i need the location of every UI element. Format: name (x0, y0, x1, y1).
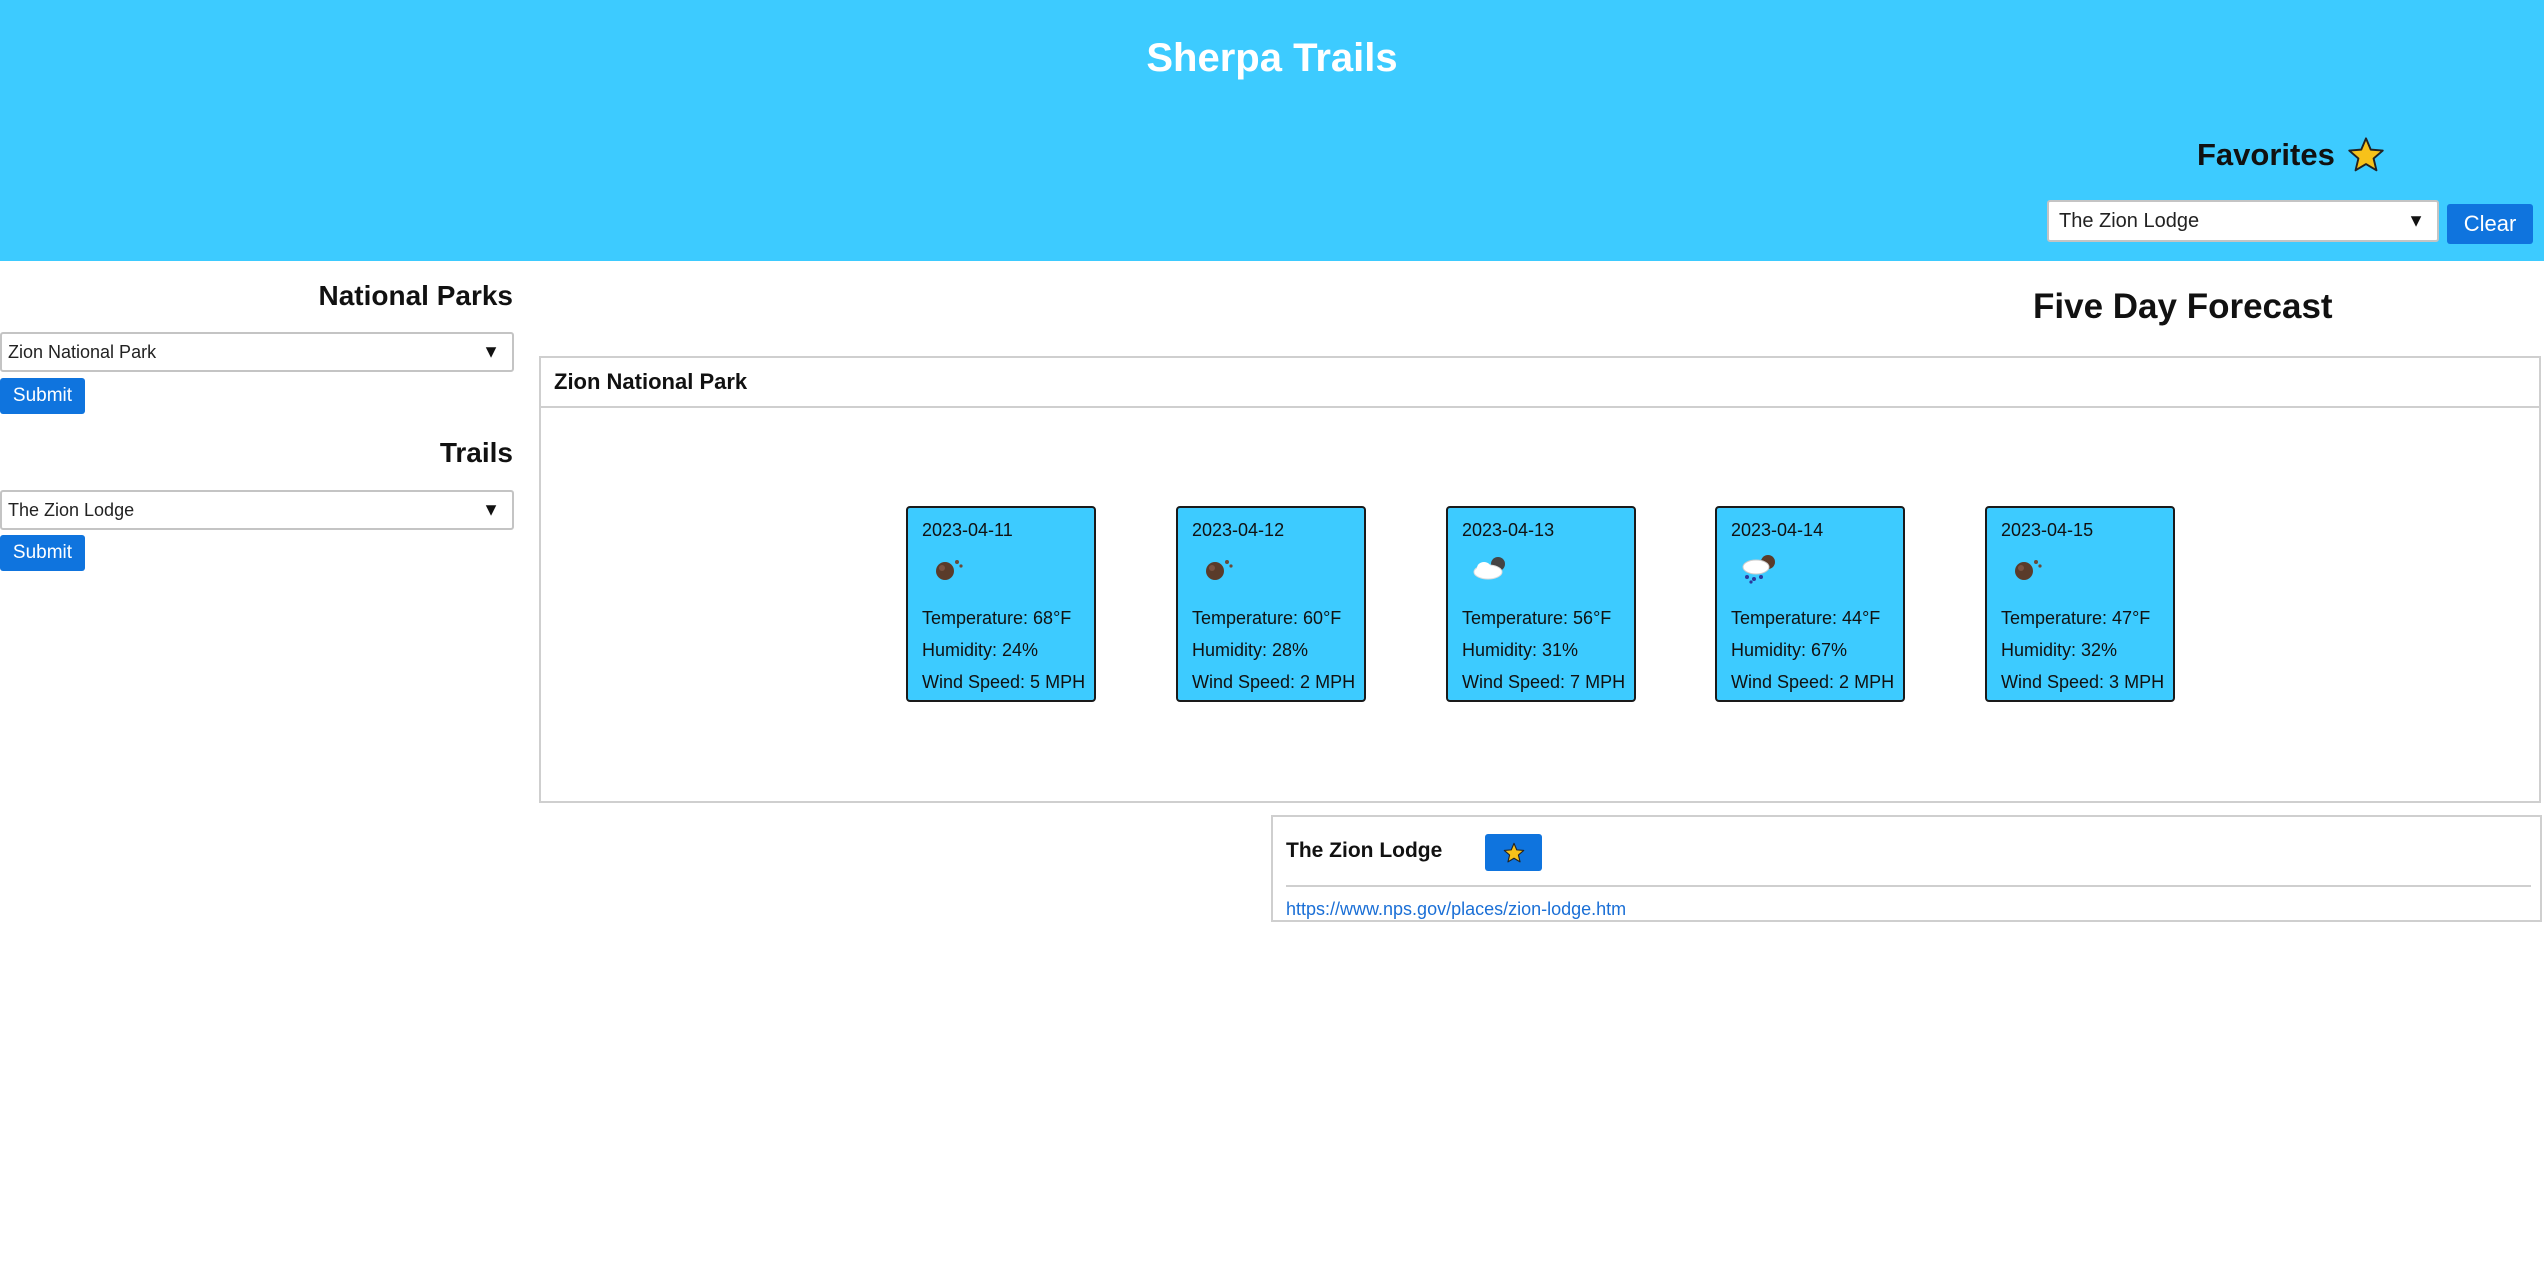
forecast-humidity: Humidity: 24% (922, 640, 1039, 660)
rain-cloud-icon (1742, 555, 1775, 584)
forecast-wind-speed: Wind Speed: 2 MPH (1192, 672, 1356, 692)
clear-favorites-button[interactable]: Clear (2447, 204, 2533, 244)
partly-cloudy-icon (1473, 557, 1505, 580)
national-parks-title: National Parks (318, 280, 513, 311)
forecast-day-card: 2023-04-13 Temperature: 56°F Humidity: 3… (1446, 506, 1636, 702)
trails-title: Trails (439, 437, 513, 468)
favorites-heading: Favorites (2197, 136, 2385, 174)
trail-select[interactable]: The Zion Lodge ▼ (0, 490, 514, 530)
park-select[interactable]: Zion National Park ▼ (0, 332, 514, 372)
favorites-select[interactable]: The Zion Lodge ▼ (2047, 200, 2439, 242)
favorites-select-value: The Zion Lodge (2059, 209, 2200, 232)
forecast-temperature: Temperature: 68°F (922, 608, 1072, 628)
dust-icon (2015, 560, 2042, 580)
trail-card: The Zion Lodge https://www.nps.gov/place… (1271, 815, 2542, 922)
forecast-day-card: 2023-04-14 Temperature: 44°F Humidity: 6… (1715, 506, 1905, 702)
forecast-temperature: Temperature: 60°F (1192, 608, 1342, 628)
trail-card-header: The Zion Lodge (1286, 817, 2531, 887)
chevron-down-icon: ▼ (2407, 210, 2425, 231)
park-submit-button[interactable]: Submit (0, 378, 85, 414)
forecast-date: 2023-04-14 (1731, 520, 1824, 540)
forecast-humidity: Humidity: 31% (1462, 640, 1579, 660)
forecast-park-name: Zion National Park (541, 358, 2539, 408)
site-header: Sherpa Trails Favorites The Zion Lodge ▼… (0, 0, 2544, 261)
forecast-date: 2023-04-12 (1192, 520, 1285, 540)
forecast-date: 2023-04-13 (1462, 520, 1555, 540)
forecast-humidity: Humidity: 28% (1192, 640, 1309, 660)
forecast-title: Five Day Forecast (2033, 287, 2333, 326)
forecast-humidity: Humidity: 67% (1731, 640, 1848, 660)
forecast-temperature: Temperature: 47°F (2001, 608, 2151, 628)
favorites-label: Favorites (2197, 137, 2335, 172)
forecast-wind-speed: Wind Speed: 3 MPH (2001, 672, 2165, 692)
trail-link[interactable]: https://www.nps.gov/places/zion-lodge.ht… (1286, 899, 1626, 920)
forecast-day-card: 2023-04-11 Temperature: 68°F Humidity: 2… (906, 506, 1096, 702)
forecast-day-card: 2023-04-12 Temperature: 60°F Humidity: 2… (1176, 506, 1366, 702)
chevron-down-icon: ▼ (482, 341, 500, 362)
forecast-temperature: Temperature: 44°F (1731, 608, 1881, 628)
dust-icon (1206, 560, 1233, 580)
park-select-value: Zion National Park (8, 341, 157, 362)
chevron-down-icon: ▼ (482, 499, 500, 520)
add-favorite-button[interactable] (1485, 834, 1542, 871)
forecast-day-card: 2023-04-15 Temperature: 47°F Humidity: 3… (1985, 506, 2175, 702)
forecast-wind-speed: Wind Speed: 2 MPH (1731, 672, 1895, 692)
forecast-humidity: Humidity: 32% (2001, 640, 2118, 660)
trail-submit-button[interactable]: Submit (0, 535, 85, 571)
forecast-date: 2023-04-15 (2001, 520, 2094, 540)
site-title: Sherpa Trails (1146, 36, 1398, 80)
trail-select-value: The Zion Lodge (8, 499, 135, 520)
star-icon (1503, 842, 1524, 862)
forecast-date: 2023-04-11 (922, 520, 1013, 540)
star-icon (2348, 137, 2384, 172)
forecast-temperature: Temperature: 56°F (1462, 608, 1612, 628)
forecast-wind-speed: Wind Speed: 5 MPH (922, 672, 1086, 692)
forecast-panel: Zion National Park 2023-04-11 Temperatur… (539, 356, 2541, 803)
forecast-wind-speed: Wind Speed: 7 MPH (1462, 672, 1626, 692)
trail-name: The Zion Lodge (1286, 839, 1443, 862)
dust-icon (936, 560, 963, 580)
